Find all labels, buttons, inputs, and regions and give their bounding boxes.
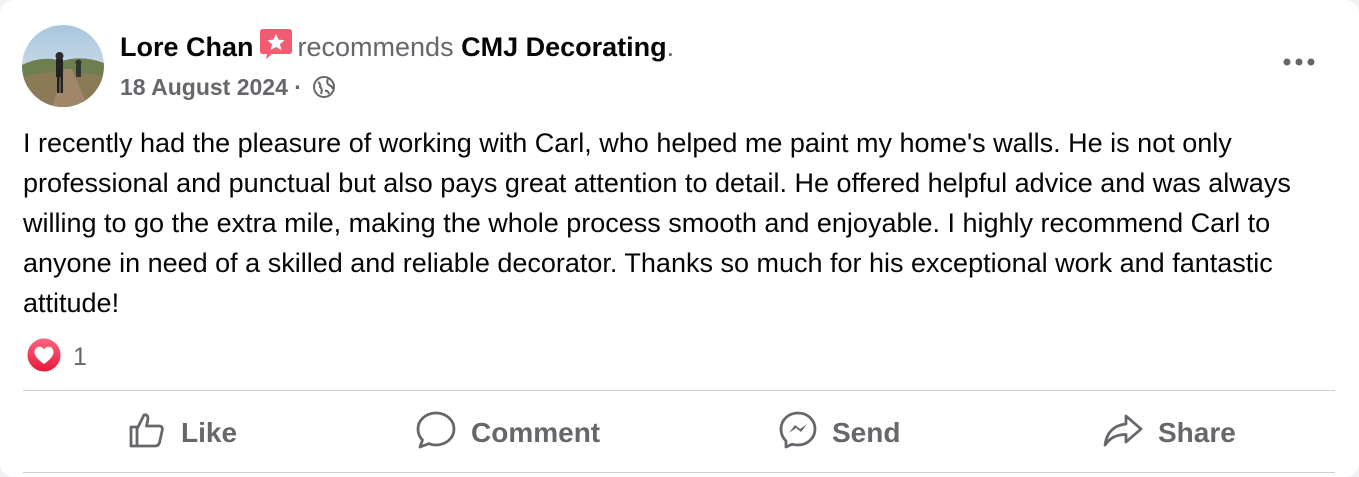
page-name[interactable]: CMJ Decorating (461, 32, 667, 62)
more-options-icon[interactable] (1279, 50, 1319, 74)
meta-separator: · (287, 74, 309, 100)
send-button[interactable]: Send (778, 408, 900, 458)
avatar[interactable] (22, 25, 104, 107)
reaction-count: 1 (73, 342, 87, 371)
post-header: Lore Chan recommends CMJ Decorating. (120, 29, 674, 67)
post-card: Lore Chan recommends CMJ Decorating. 18 A… (0, 0, 1359, 477)
share-icon (1102, 410, 1144, 457)
comment-icon (415, 410, 457, 457)
reactions-summary[interactable]: 1 (25, 336, 87, 379)
comment-button[interactable]: Comment (415, 408, 600, 458)
period: . (666, 32, 675, 62)
recommends-text: recommends (297, 32, 454, 62)
messenger-icon (778, 410, 818, 457)
post-body: I recently had the pleasure of working w… (23, 128, 1291, 318)
love-reaction-icon (25, 336, 63, 379)
like-label: Like (181, 417, 238, 448)
like-button[interactable]: Like (127, 408, 237, 458)
send-label: Send (832, 417, 901, 448)
globe-icon (308, 74, 336, 100)
author-name[interactable]: Lore Chan (120, 32, 254, 62)
post-date[interactable]: 18 August 2024 (120, 74, 288, 100)
post-meta: 18 August 2024 · (120, 72, 336, 102)
share-button[interactable]: Share (1102, 408, 1236, 458)
divider-bottom (23, 472, 1335, 473)
divider-top (23, 390, 1335, 391)
share-label: Share (1158, 417, 1236, 448)
recommendation-star-icon (259, 29, 292, 67)
comment-label: Comment (471, 417, 601, 448)
thumbs-up-icon (127, 410, 167, 457)
